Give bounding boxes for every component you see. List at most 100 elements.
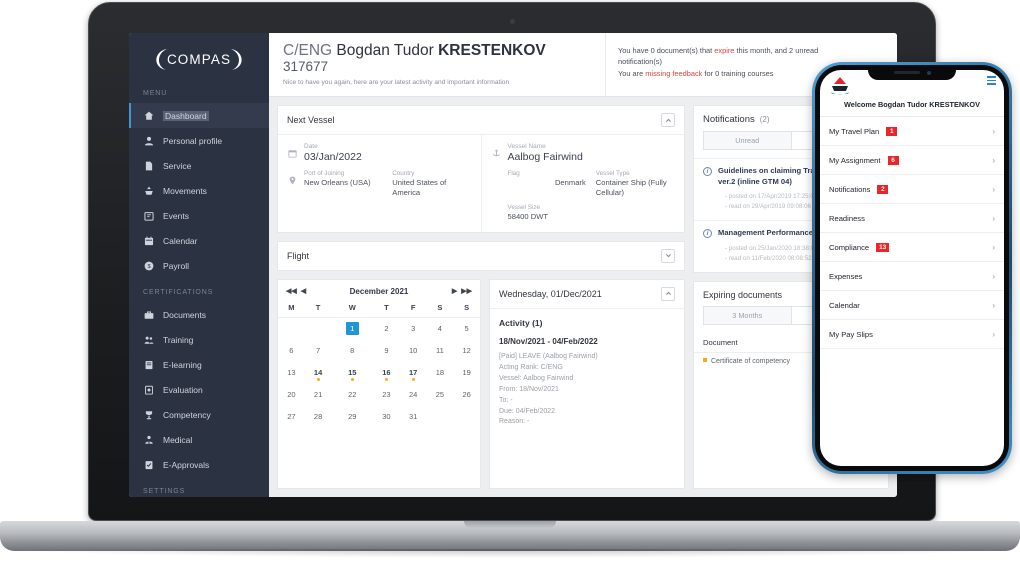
calendar-day-cell[interactable]: 15: [331, 361, 373, 383]
calendar-day-cell[interactable]: 18: [427, 361, 454, 383]
calendar-day-cell[interactable]: 7: [305, 339, 332, 361]
phone-menu-item[interactable]: Readiness ›: [820, 204, 1004, 233]
phone-menu-item[interactable]: My Pay Slips ›: [820, 320, 1004, 349]
sidebar-item-dashboard[interactable]: Dashboard: [129, 103, 269, 128]
hamburger-icon[interactable]: [987, 76, 996, 85]
sidebar-item-competency[interactable]: Competency: [129, 402, 269, 427]
calendar-day-number: 10: [408, 345, 418, 355]
page-title: C/ENG Bogdan Tudor KRESTENKOV: [283, 42, 591, 59]
chevron-down-icon[interactable]: [661, 248, 675, 263]
calendar-icon: [143, 235, 154, 246]
calendar-day-cell[interactable]: 16: [373, 361, 400, 383]
phone-menu-item-label: Calendar: [829, 300, 860, 310]
sidebar-item-label: E-learning: [163, 359, 202, 370]
employee-id: 317677: [283, 59, 329, 75]
sidebar-item-movements[interactable]: Movements: [129, 178, 269, 203]
tab-3-months[interactable]: 3 Months: [703, 305, 792, 325]
calendar-day-cell[interactable]: 29: [331, 405, 373, 427]
sidebar-item-payroll[interactable]: $ Payroll: [129, 253, 269, 278]
calendar-day-cell[interactable]: 2: [373, 317, 400, 339]
tab-unread[interactable]: Unread: [703, 131, 792, 150]
calendar-day-cell[interactable]: 14: [305, 361, 332, 383]
calendar-day-cell[interactable]: 12: [453, 339, 480, 361]
calendar-day-cell[interactable]: 28: [305, 405, 332, 427]
calendar-day-number: 27: [287, 411, 296, 421]
calendar-day-cell[interactable]: 21: [305, 383, 332, 405]
calendar-last-button[interactable]: ▶▶: [461, 287, 472, 295]
calendar-day-cell[interactable]: 17: [400, 361, 427, 383]
flight-card: Flight: [277, 240, 685, 271]
calendar-day-number: 2: [384, 324, 389, 333]
weekday-label: M: [278, 299, 305, 318]
calendar-day-cell[interactable]: 5: [453, 317, 480, 339]
calendar-day-number: 18: [435, 367, 445, 377]
calendar-day-cell[interactable]: 23: [373, 383, 400, 405]
calendar-day-cell[interactable]: 25: [427, 383, 454, 405]
calendar-day-cell[interactable]: 10: [400, 339, 427, 361]
vessel-size-label: Vessel Size: [507, 203, 541, 211]
sidebar-item-service[interactable]: Service: [129, 153, 269, 178]
calendar-week-row: 6 7 8 9 10 11 12: [278, 339, 480, 361]
sidebar-item-personal-profile[interactable]: Personal profile: [129, 128, 269, 153]
calendar-day-cell[interactable]: 9: [373, 339, 400, 361]
calendar-day-cell[interactable]: 11: [427, 339, 454, 361]
phone-menu-item-label: Compliance: [829, 242, 870, 252]
trophy-icon: [143, 409, 154, 420]
medical-icon: [143, 434, 154, 445]
calendar-day-cell[interactable]: 1: [331, 317, 373, 339]
training-icon: [143, 334, 154, 345]
calendar-day-cell[interactable]: 3: [400, 317, 427, 339]
cell-document: Certificate of competency: [694, 352, 820, 370]
phone-menu-item[interactable]: My Travel Plan 1 ›: [820, 117, 1004, 146]
sidebar-item-label: Evaluation: [163, 384, 203, 395]
sidebar-item-e-learning[interactable]: E-learning: [129, 352, 269, 377]
phone-menu-item-label: My Pay Slips: [829, 329, 873, 339]
calendar-day-cell[interactable]: 8: [331, 339, 373, 361]
sidebar-item-medical[interactable]: Medical: [129, 427, 269, 452]
sidebar-item-label: Events: [163, 210, 189, 221]
sidebar-item-label: Movements: [163, 185, 207, 196]
calendar-day-cell[interactable]: 20: [278, 383, 305, 405]
weekday-label: F: [399, 299, 427, 318]
calendar-day-cell[interactable]: 26: [453, 383, 480, 405]
sidebar-item-documents[interactable]: Documents: [129, 302, 269, 327]
calendar-day-cell[interactable]: 24: [400, 383, 427, 405]
calendar-first-button[interactable]: ◀◀: [286, 287, 297, 295]
calendar-day-number: 20: [287, 389, 296, 399]
calendar-day-cell[interactable]: 19: [453, 361, 480, 383]
sidebar-item-training[interactable]: Training: [129, 327, 269, 352]
calendar-day-number: 22: [348, 389, 357, 399]
calendar-grid: M T W T F S S 1 2 3 4 5 6 7 8 9 10 11 12…: [278, 299, 480, 428]
calendar-day-cell[interactable]: 31: [400, 405, 427, 427]
user-family-name: KRESTENKOV: [438, 42, 546, 59]
calendar-empty-cell: [278, 317, 305, 339]
chevron-up-icon[interactable]: [661, 113, 675, 127]
phone-menu-item[interactable]: Compliance 13 ›: [820, 233, 1004, 262]
sidebar-item-calendar[interactable]: Calendar: [129, 228, 269, 253]
calendar-day-cell[interactable]: 6: [278, 339, 305, 361]
calendar-prev-button[interactable]: ◀: [301, 287, 306, 295]
activity-detail-line: Due: 04/Feb/2022: [499, 407, 556, 415]
calendar-day-number: 25: [435, 389, 445, 399]
missing-feedback-highlight: missing feedback: [645, 68, 703, 78]
calendar-day-cell[interactable]: 27: [278, 405, 305, 427]
calendar-day-number: 8: [350, 345, 355, 355]
phone-menu-item[interactable]: My Assignment 6 ›: [820, 146, 1004, 175]
phone-screen: Welcome Bogdan Tudor KRESTENKOV My Trave…: [820, 70, 1004, 466]
chevron-up-icon[interactable]: [661, 286, 675, 301]
calendar-day-cell[interactable]: 30: [373, 405, 400, 427]
phone-menu-item[interactable]: Calendar ›: [820, 291, 1004, 320]
calendar-day-cell[interactable]: 22: [331, 383, 373, 405]
vessel-name-value: Aalbog Fairwind: [507, 151, 583, 163]
phone-menu-item[interactable]: Notifications 2 ›: [820, 175, 1004, 204]
sidebar-item-e-approvals[interactable]: E-Approvals: [129, 452, 269, 477]
phone-menu-list: My Travel Plan 1 › My Assignment 6 › Notificat…: [820, 117, 1004, 349]
calendar-day-number: 15: [348, 367, 357, 377]
sidebar-item-events[interactable]: Events: [129, 203, 269, 228]
sidebar-item-evaluation[interactable]: Evaluation: [129, 377, 269, 402]
calendar-day-cell[interactable]: 4: [427, 317, 454, 339]
calendar-day-cell[interactable]: 13: [278, 361, 305, 383]
calendar-day-number: 28: [313, 411, 323, 421]
phone-menu-item[interactable]: Expenses ›: [820, 262, 1004, 291]
calendar-next-button[interactable]: ▶: [452, 287, 457, 295]
